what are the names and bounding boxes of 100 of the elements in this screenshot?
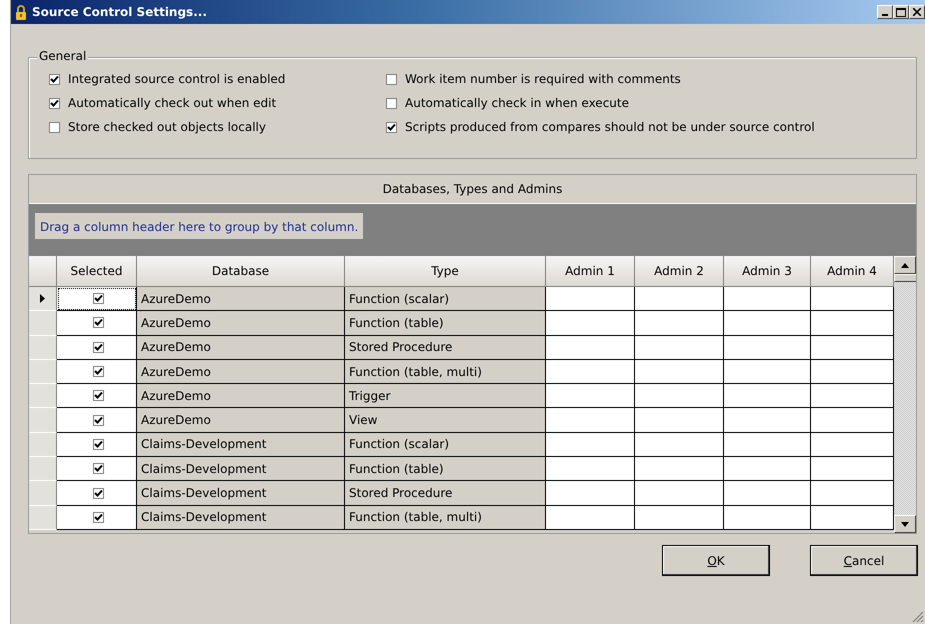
table-cell[interactable] xyxy=(724,481,811,506)
table-cell[interactable] xyxy=(546,287,635,312)
column-header[interactable]: Type xyxy=(345,256,546,287)
table-cell[interactable] xyxy=(635,432,724,458)
table-cell[interactable] xyxy=(811,384,894,408)
table-cell[interactable] xyxy=(811,360,894,384)
table-cell[interactable] xyxy=(635,506,724,530)
table-cell[interactable] xyxy=(635,457,724,482)
table-cell[interactable] xyxy=(811,457,894,482)
table-cell[interactable] xyxy=(811,432,894,458)
table-cell[interactable] xyxy=(635,311,724,336)
table-cell[interactable] xyxy=(635,360,724,384)
table-cell[interactable] xyxy=(811,506,894,530)
dialog-button[interactable]: Cancel xyxy=(810,545,918,576)
table-cell[interactable] xyxy=(635,287,724,312)
table-cell: AzureDemo xyxy=(137,360,345,384)
table-cell: Function (table, multi) xyxy=(345,360,546,384)
scrollbar[interactable] xyxy=(894,256,916,533)
table-cell[interactable] xyxy=(811,311,894,336)
scroll-thumb[interactable] xyxy=(894,274,916,282)
table-cell[interactable] xyxy=(546,481,635,506)
table-cell[interactable] xyxy=(724,384,811,408)
column-header[interactable]: Database xyxy=(137,256,345,287)
table-cell[interactable] xyxy=(635,408,724,433)
table-cell: Trigger xyxy=(345,384,546,408)
checkbox[interactable] xyxy=(93,342,104,353)
table-cell[interactable] xyxy=(57,311,137,336)
table-cell[interactable] xyxy=(635,336,724,360)
checkbox[interactable] xyxy=(93,293,104,304)
option-label[interactable]: Work item number is required with comments xyxy=(405,72,681,86)
table-cell[interactable] xyxy=(724,287,811,312)
option-label[interactable]: Automatically check out when edit xyxy=(68,96,276,110)
table-cell: View xyxy=(345,408,546,433)
checkbox[interactable] xyxy=(49,122,60,132)
table-cell[interactable] xyxy=(57,360,137,384)
dialog-button[interactable]: OK xyxy=(662,545,770,576)
close-icon xyxy=(913,8,921,16)
checkbox[interactable] xyxy=(386,74,397,84)
checkbox[interactable] xyxy=(93,512,104,523)
table-cell[interactable] xyxy=(57,506,137,530)
table-cell[interactable] xyxy=(724,457,811,482)
table-cell[interactable] xyxy=(724,336,811,360)
table-cell[interactable] xyxy=(724,311,811,336)
option-label[interactable]: Store checked out objects locally xyxy=(68,120,266,134)
checkbox[interactable] xyxy=(93,366,104,378)
table-cell[interactable] xyxy=(724,506,811,530)
checkbox[interactable] xyxy=(49,74,60,84)
checkbox[interactable] xyxy=(93,488,104,499)
checkbox[interactable] xyxy=(93,317,104,328)
checkbox[interactable] xyxy=(93,414,104,426)
maximize-button[interactable] xyxy=(893,5,909,19)
table-cell[interactable] xyxy=(635,481,724,506)
checkbox[interactable] xyxy=(386,98,397,108)
checkbox[interactable] xyxy=(93,390,104,402)
group-by-hint: Drag a column header here to group by that column. xyxy=(35,213,364,239)
minimize-button[interactable] xyxy=(877,5,893,19)
option-label[interactable]: Automatically check in when execute xyxy=(405,96,629,110)
table-cell[interactable] xyxy=(57,481,137,506)
option-label[interactable]: Scripts produced from compares should not be under source control xyxy=(405,120,815,134)
checkbox[interactable] xyxy=(386,122,397,132)
table-cell[interactable] xyxy=(546,311,635,336)
table-cell[interactable] xyxy=(546,506,635,530)
table-cell[interactable] xyxy=(546,408,635,433)
table-cell[interactable] xyxy=(724,408,811,433)
table-cell[interactable] xyxy=(811,481,894,506)
checkbox[interactable] xyxy=(49,98,60,108)
column-header[interactable]: Admin 2 xyxy=(635,256,724,287)
column-header[interactable]: Admin 1 xyxy=(546,256,635,287)
table-cell[interactable] xyxy=(546,360,635,384)
scroll-down-button[interactable] xyxy=(894,515,916,533)
table-cell[interactable] xyxy=(635,384,724,408)
close-button[interactable] xyxy=(909,5,925,19)
table-cell[interactable] xyxy=(57,384,137,408)
table-cell[interactable] xyxy=(57,457,137,482)
checkbox[interactable] xyxy=(93,438,104,450)
table-cell[interactable] xyxy=(811,287,894,312)
table-cell[interactable] xyxy=(724,432,811,458)
table-cell: Stored Procedure xyxy=(345,481,546,506)
table-cell[interactable] xyxy=(57,287,137,312)
table-cell[interactable] xyxy=(546,432,635,458)
column-header[interactable]: Selected xyxy=(57,256,137,287)
table-cell[interactable] xyxy=(811,408,894,433)
table-cell[interactable] xyxy=(724,360,811,384)
resize-grip-icon[interactable] xyxy=(912,611,924,623)
row-header[interactable] xyxy=(29,287,57,312)
table-cell[interactable] xyxy=(57,408,137,433)
table-cell[interactable] xyxy=(546,336,635,360)
table-cell[interactable] xyxy=(811,336,894,360)
column-header[interactable]: Admin 3 xyxy=(724,256,811,287)
table-cell[interactable] xyxy=(57,432,137,458)
table-cell: Claims-Development xyxy=(137,506,345,530)
lock-icon xyxy=(15,4,27,20)
checkbox[interactable] xyxy=(93,463,104,474)
table-cell[interactable] xyxy=(546,384,635,408)
option-label[interactable]: Integrated source control is enabled xyxy=(68,72,286,86)
table-cell[interactable] xyxy=(57,336,137,360)
table-cell[interactable] xyxy=(546,457,635,482)
scroll-up-button[interactable] xyxy=(894,256,916,274)
column-header[interactable]: Admin 4 xyxy=(811,256,894,287)
table-cell: Function (scalar) xyxy=(345,287,546,312)
